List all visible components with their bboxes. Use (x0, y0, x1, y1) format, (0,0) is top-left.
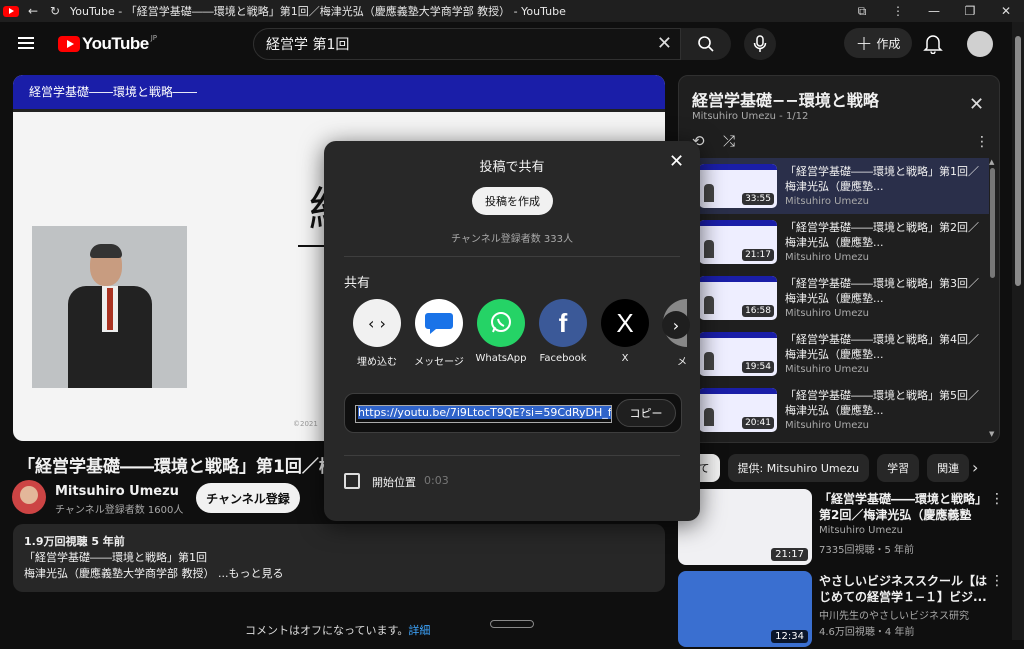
playlist-title[interactable]: 経営学基礎−−環境と戦略 (692, 87, 879, 111)
channel-name[interactable]: Mitsuhiro Umezu (55, 484, 179, 499)
share-x[interactable]: X X (595, 299, 655, 364)
window-titlebar: ← ↻ YouTube - 「経営学基礎――環境と戦略」第1回／梅津光弘（慶應義… (0, 0, 1024, 22)
notifications-bell-icon[interactable] (922, 32, 946, 56)
share-targets: ‹ › 埋め込む メッセージ WhatsApp f Facebook X X メ… (347, 299, 687, 369)
voice-search-button[interactable] (744, 28, 776, 60)
share-label: 共有 (344, 276, 371, 291)
plus-icon: + (855, 31, 873, 55)
share-embed[interactable]: ‹ › 埋め込む (347, 299, 407, 368)
video-description[interactable]: 1.9万回視聴 5 年前 「経営学基礎――環境と戦略」第1回 梅津光弘（慶應義塾… (13, 524, 665, 592)
create-button[interactable]: + 作成 (844, 28, 912, 58)
more-menu-icon[interactable]: ⋮ (880, 0, 916, 22)
scroll-handle[interactable] (490, 620, 534, 628)
youtube-favicon-icon (0, 0, 22, 22)
chevron-right-icon[interactable]: › (972, 458, 978, 477)
playlist-scrollbar[interactable]: ▲ ▼ (989, 158, 997, 442)
window-title: YouTube - 「経営学基礎――環境と戦略」第1回／梅津光弘（慶應義塾大学商… (70, 5, 566, 18)
youtube-logo[interactable]: YouTube JP (58, 34, 157, 54)
start-at-checkbox[interactable] (344, 473, 360, 489)
chip-learning[interactable]: 学習 (877, 454, 920, 482)
youtube-play-icon (58, 36, 80, 52)
share-dialog: 投稿で共有 ✕ 投稿を作成 チャンネル登録者数 333人 共有 ‹ › 埋め込む… (324, 141, 700, 521)
search-icon (698, 36, 714, 52)
playlist-meta: Mitsuhiro Umezu - 1/12 (692, 111, 809, 122)
channel-subscribers: チャンネル登録者数 1600人 (55, 505, 184, 516)
close-playlist-icon[interactable]: ✕ (969, 94, 984, 115)
thumbnail: 21:17 (699, 220, 777, 264)
thumbnail: 12:34 (678, 571, 812, 647)
recommended-video[interactable]: 12:34 やさしいビジネススクール【はじめての経営学１−１】ビジ... 中川先… (678, 571, 1008, 649)
chip-channel[interactable]: 提供: Mitsuhiro Umezu (727, 454, 870, 482)
playlist-item[interactable]: 20:41 「経営学基礎――環境と戦略」第5回／梅津光弘（慶應塾... Mits… (679, 382, 989, 438)
close-window-icon[interactable]: ✕ (988, 0, 1024, 22)
filter-chips: べて 提供: Mitsuhiro Umezu 学習 関連 › (678, 454, 1012, 482)
back-arrow-icon[interactable]: ← (22, 0, 44, 22)
recommended-video[interactable]: 21:17 「経営学基礎――環境と戦略」第2回／梅津光弘（慶應義塾大... Mi… (678, 489, 1008, 567)
share-link-box: https://youtu.be/7i9LtocT9QE?si=59CdRyDH… (344, 393, 682, 433)
thumbnail: 16:58 (699, 276, 777, 320)
subscribe-button[interactable]: チャンネル登録 (196, 483, 300, 513)
embed-icon: ‹ › (353, 299, 401, 347)
chip-related[interactable]: 関連 (927, 454, 970, 482)
reload-icon[interactable]: ↻ (44, 0, 66, 22)
share-facebook[interactable]: f Facebook (533, 299, 593, 364)
playlist-item[interactable]: 19:54 「経営学基礎――環境と戦略」第4回／梅津光弘（慶應塾... Mits… (679, 326, 989, 382)
messages-icon (415, 299, 463, 347)
thumbnail: 20:41 (699, 388, 777, 432)
share-whatsapp[interactable]: WhatsApp (471, 299, 531, 364)
start-at-label: 開始位置 (372, 476, 416, 489)
search-input[interactable]: 経営学 第1回 ✕ (253, 28, 681, 60)
video-title: 「経営学基礎――環境と戦略」第1回／梅津 (18, 457, 338, 477)
playlist-item[interactable]: 33:55 「経営学基礎――環境と戦略」第1回／梅津光弘（慶應塾... Mits… (679, 158, 989, 214)
x-icon: X (601, 299, 649, 347)
playlist-item[interactable]: 16:58 「経営学基礎――環境と戦略」第3回／梅津光弘（慶應塾... Mits… (679, 270, 989, 326)
clear-search-icon[interactable]: ✕ (657, 33, 672, 54)
thumbnail: 19:54 (699, 332, 777, 376)
minimize-icon[interactable]: — (916, 0, 952, 22)
masthead: YouTube JP 経営学 第1回 ✕ + 作成 (0, 22, 1012, 66)
share-url-field[interactable]: https://youtu.be/7i9LtocT9QE?si=59CdRyDH… (355, 405, 612, 423)
details-link[interactable]: 詳細 (408, 624, 430, 637)
share-next-icon[interactable]: › (662, 311, 690, 339)
playlist-item[interactable]: 21:17 「経営学基礎――環境と戦略」第2回／梅津光弘（慶應塾... Mits… (679, 214, 989, 270)
microphone-icon (753, 35, 767, 52)
facebook-icon: f (539, 299, 587, 347)
whatsapp-icon (477, 299, 525, 347)
thumbnail: 33:55 (699, 164, 777, 208)
page-scrollbar[interactable] (1012, 22, 1024, 640)
extensions-icon[interactable]: ⧉ (844, 0, 880, 22)
slide-copyright: ©2021 (293, 420, 318, 428)
dialog-subscribers: チャンネル登録者数 333人 (451, 234, 573, 245)
search-button[interactable] (681, 28, 731, 60)
playlist-more-icon[interactable]: ⋮ (975, 134, 989, 150)
close-dialog-icon[interactable]: ✕ (669, 151, 684, 172)
account-avatar[interactable] (967, 31, 993, 57)
slide-header: 経営学基礎――環境と戦略―― (13, 75, 665, 109)
more-actions-icon[interactable]: ⋮ (990, 491, 1004, 507)
share-messages[interactable]: メッセージ (409, 299, 469, 368)
more-actions-icon[interactable]: ⋮ (990, 573, 1004, 589)
start-at-time: 0:03 (424, 474, 449, 487)
presenter-video (32, 226, 187, 388)
restore-icon[interactable]: ❐ (952, 0, 988, 22)
copy-button[interactable]: コピー (616, 399, 676, 427)
playlist-panel: 経営学基礎−−環境と戦略 Mitsuhiro Umezu - 1/12 ✕ ⟲ … (678, 75, 1000, 443)
hamburger-menu-icon[interactable] (18, 34, 38, 54)
channel-avatar[interactable] (12, 480, 46, 514)
shuffle-icon[interactable]: ⤮ (723, 132, 735, 150)
comments-off-notice: コメントはオフになっています。詳細 (245, 624, 431, 637)
dialog-title: 投稿で共有 (479, 160, 545, 175)
create-post-button[interactable]: 投稿を作成 (472, 187, 553, 215)
playlist-items: 33:55 「経営学基礎――環境と戦略」第1回／梅津光弘（慶應塾... Mits… (679, 158, 989, 438)
